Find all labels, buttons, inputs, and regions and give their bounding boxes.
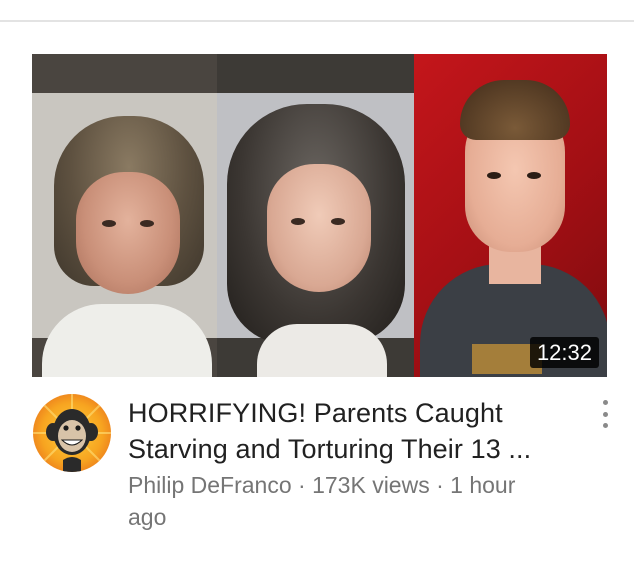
video-duration-badge: 12:32 bbox=[529, 337, 599, 368]
thumbnail-figure-man-shirt bbox=[42, 304, 212, 377]
video-card: 12:32 HORRIFYING! Parents Caught Starvin… bbox=[0, 0, 634, 564]
thumbnail-figure-woman-shirt bbox=[257, 324, 387, 377]
channel-name[interactable]: Philip DeFranco bbox=[128, 472, 292, 498]
meta-separator: · bbox=[298, 472, 306, 498]
video-metadata: Philip DeFranco · 173K views · 1 hour ag… bbox=[128, 469, 578, 533]
channel-avatar[interactable] bbox=[33, 394, 111, 472]
thumbnail-figure-host-hair bbox=[460, 80, 570, 140]
more-vert-icon[interactable] bbox=[596, 400, 614, 428]
video-thumbnail[interactable]: 12:32 bbox=[32, 54, 607, 377]
video-title[interactable]: HORRIFYING! Parents Caught Starving and … bbox=[128, 395, 568, 467]
meta-separator: · bbox=[436, 472, 444, 498]
thumbnail-figure-woman-face bbox=[267, 164, 371, 292]
video-title-line-1: HORRIFYING! Parents Caught bbox=[128, 398, 503, 428]
view-count: 173K views bbox=[312, 472, 430, 498]
upload-age: 1 hour bbox=[450, 472, 516, 498]
monkey-logo-avatar-icon bbox=[33, 394, 111, 472]
thumbnail-figure-man-face bbox=[76, 172, 180, 294]
video-title-line-2: Starving and Torturing Their 13 ... bbox=[128, 434, 532, 464]
upload-age-continued: ago bbox=[128, 504, 167, 530]
